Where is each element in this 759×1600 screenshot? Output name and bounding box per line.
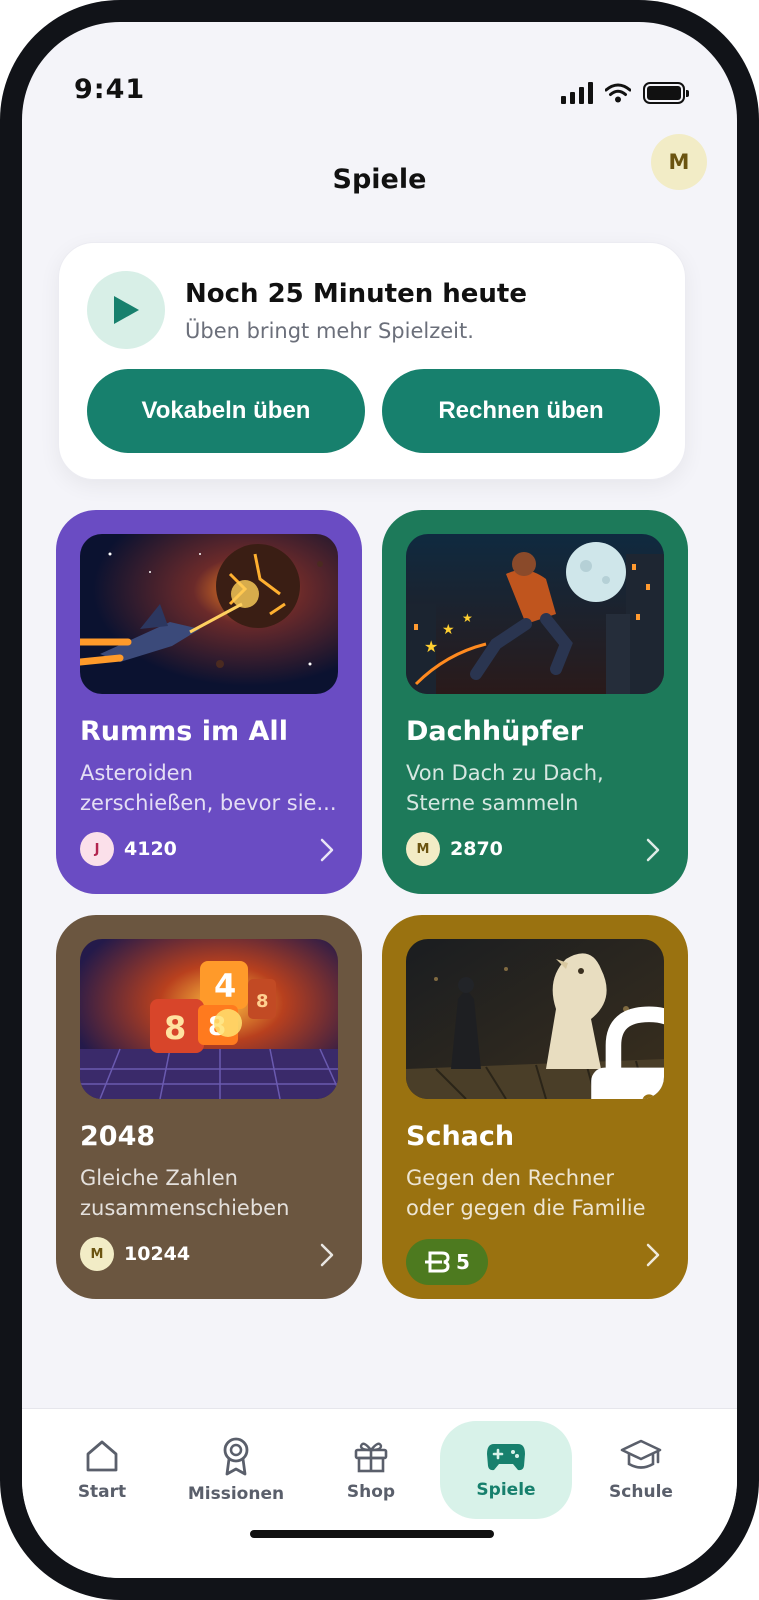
- game-card-schach[interactable]: Schach Gegen den Rechner oder gegen die …: [382, 915, 688, 1299]
- chevron-right-icon: [646, 838, 660, 862]
- game-description: Gleiche Zahlen zusammenschieben: [80, 1166, 290, 1220]
- game-card-dachhuepfer[interactable]: ★ ★ ★ Dachhüpfer Von Dach zu Dach, Stern…: [382, 510, 688, 894]
- page-title: Spiele: [332, 164, 427, 195]
- play-icon: [87, 271, 165, 349]
- nav-label: Start: [77, 1482, 127, 1502]
- highscore: J 4120: [80, 832, 177, 866]
- svg-text:8: 8: [164, 1009, 186, 1047]
- nav-label: Spiele: [476, 1480, 536, 1500]
- nav-item-schule[interactable]: Schule: [575, 1421, 707, 1519]
- player-avatar: J: [80, 832, 114, 866]
- coin-icon: [425, 1251, 450, 1273]
- game-description: Gegen den Rechner oder gegen die Familie: [406, 1166, 646, 1220]
- game-description: Asteroiden zerschießen, bevor sie...: [80, 761, 337, 815]
- nav-label: Missionen: [187, 1484, 285, 1504]
- game-card-2048[interactable]: 4 8 8 8 2048 Gleiche Zahlen zusammenschi…: [56, 915, 362, 1299]
- svg-text:4: 4: [214, 967, 236, 1005]
- player-avatar: M: [80, 1237, 114, 1271]
- battery-icon: [643, 82, 689, 104]
- status-icons: [561, 82, 689, 104]
- highscore: M 10244: [80, 1237, 190, 1271]
- signal-icon: [561, 82, 593, 104]
- status-time: 9:41: [74, 74, 146, 105]
- highscore: M 2870: [406, 832, 503, 866]
- game-image-chess: [406, 939, 664, 1099]
- chevron-right-icon: [320, 1243, 334, 1267]
- game-title: Rumms im All: [80, 716, 288, 747]
- game-image-space: [80, 534, 338, 694]
- profile-avatar[interactable]: M: [651, 134, 707, 190]
- game-card-rumms-im-all[interactable]: Rumms im All Asteroiden zerschießen, bev…: [56, 510, 362, 894]
- medal-icon: [223, 1437, 249, 1476]
- nav-item-start[interactable]: Start: [36, 1421, 168, 1519]
- nav-label: Schule: [609, 1482, 673, 1502]
- game-description: Von Dach zu Dach, Sterne sammeln: [406, 761, 604, 815]
- game-image-dice: 4 8 8 8: [80, 939, 338, 1099]
- wifi-icon: [605, 83, 631, 103]
- bottom-navigation: Start Missionen Shop Spiele Schule: [22, 1408, 737, 1578]
- chevron-right-icon: [320, 838, 334, 862]
- device-frame: 9:41 Spiele M Noch 25 Minuten heute Üben…: [0, 0, 759, 1600]
- svg-text:★: ★: [462, 611, 473, 625]
- chevron-right-icon: [646, 1243, 660, 1267]
- score-value: 10244: [124, 1243, 191, 1265]
- svg-text:★: ★: [442, 622, 455, 638]
- game-title: 2048: [80, 1121, 156, 1152]
- score-value: 2870: [450, 838, 503, 860]
- svg-text:★: ★: [424, 637, 438, 656]
- game-title: Dachhüpfer: [406, 716, 584, 747]
- lock-icon: [591, 1006, 664, 1099]
- practice-math-button[interactable]: Rechnen üben: [382, 369, 660, 453]
- gamepad-icon: [487, 1444, 525, 1471]
- svg-text:8: 8: [256, 991, 269, 1012]
- nav-item-shop[interactable]: Shop: [305, 1421, 437, 1519]
- nav-item-missionen[interactable]: Missionen: [170, 1421, 302, 1519]
- graduation-cap-icon: [620, 1439, 662, 1469]
- score-value: 4120: [124, 838, 177, 860]
- screen: 9:41 Spiele M Noch 25 Minuten heute Üben…: [22, 22, 737, 1578]
- practice-vocabulary-button[interactable]: Vokabeln üben: [87, 369, 365, 453]
- player-avatar: M: [406, 832, 440, 866]
- playtime-subtitle: Üben bringt mehr Spielzeit.: [185, 319, 474, 343]
- home-icon: [86, 1440, 118, 1472]
- gift-icon: [354, 1442, 388, 1473]
- unlock-price-badge[interactable]: 5: [406, 1239, 488, 1285]
- playtime-card: Noch 25 Minuten heute Üben bringt mehr S…: [58, 242, 686, 480]
- home-indicator[interactable]: [250, 1530, 494, 1538]
- playtime-title: Noch 25 Minuten heute: [185, 279, 527, 309]
- price-value: 5: [456, 1250, 470, 1274]
- nav-item-spiele[interactable]: Spiele: [440, 1421, 572, 1519]
- game-image-rooftops: ★ ★ ★: [406, 534, 664, 694]
- game-title: Schach: [406, 1121, 515, 1152]
- nav-label: Shop: [346, 1482, 396, 1502]
